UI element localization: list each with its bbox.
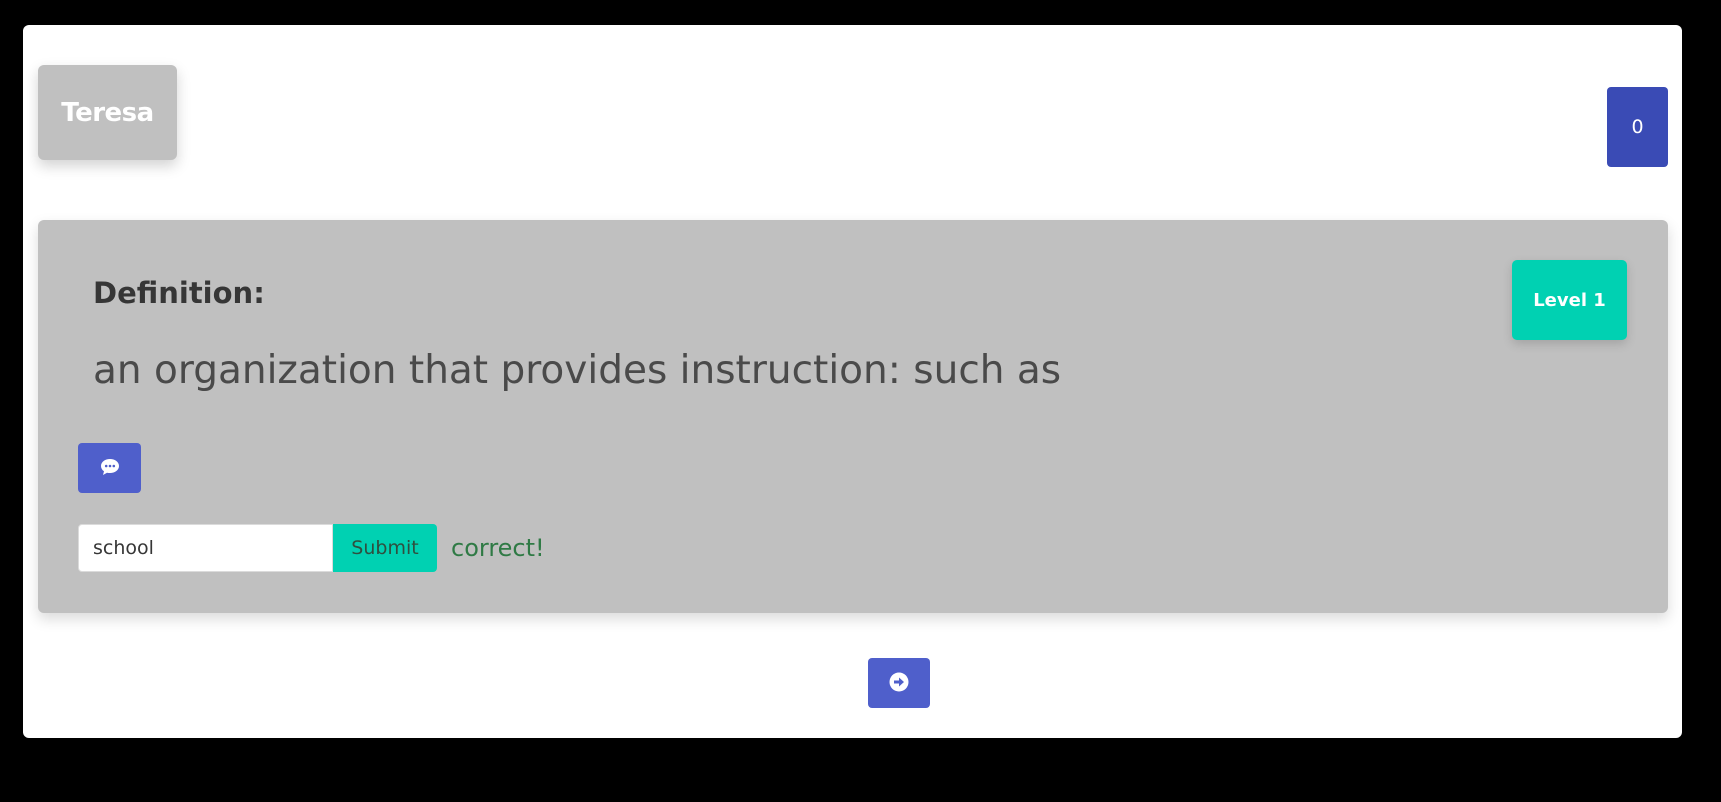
definition-text: an organization that provides instructio… <box>93 348 1062 393</box>
player-name: Teresa <box>61 97 154 128</box>
submit-button[interactable]: Submit <box>333 524 437 572</box>
speech-bubble-icon <box>100 457 120 480</box>
definition-heading: Definition: <box>93 276 265 310</box>
result-message: correct! <box>451 534 545 562</box>
player-name-card: Teresa <box>38 65 177 160</box>
answer-form: Submit correct! <box>78 524 545 572</box>
score-value: 0 <box>1631 116 1644 138</box>
hint-button[interactable] <box>78 443 141 493</box>
answer-input[interactable] <box>78 524 333 572</box>
next-button[interactable] <box>868 658 930 708</box>
level-badge: Level 1 <box>1512 260 1627 340</box>
app-window: Teresa 0 Definition: an organization tha… <box>23 25 1682 738</box>
definition-card: Definition: an organization that provide… <box>38 220 1668 613</box>
arrow-circle-right-icon <box>889 672 909 695</box>
score-badge: 0 <box>1607 87 1668 167</box>
level-label: Level 1 <box>1533 289 1606 311</box>
